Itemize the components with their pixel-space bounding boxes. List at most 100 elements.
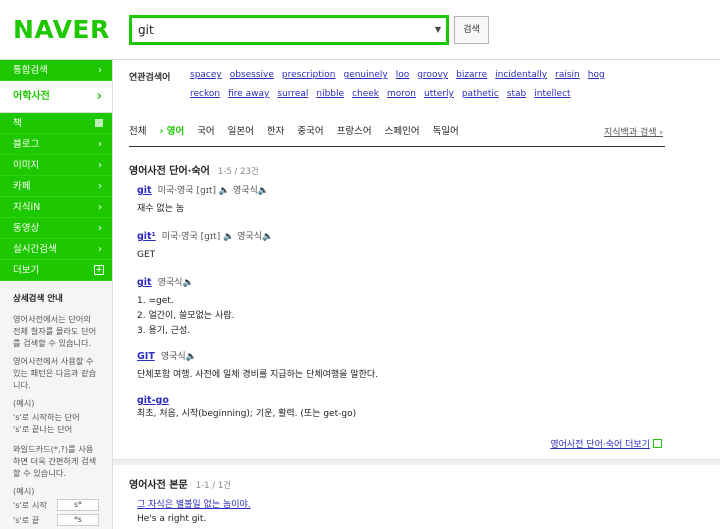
wildcard-example: 's'로 끝 *s [13, 514, 99, 526]
dict-entry: git¹ 미국·영국 [gɪt] 🔈 영국식🔈 GET [137, 229, 677, 263]
related-keyword[interactable]: nibble [316, 89, 344, 99]
chevron-right-icon: › [96, 89, 102, 104]
info-example: 's'로 시작하는 단어 [13, 412, 80, 422]
entry-pronunciation: 영국식🔈 [157, 278, 194, 288]
entry-word[interactable]: git [137, 277, 152, 288]
related-label: 연관검색어 [129, 73, 171, 83]
related-keyword[interactable]: intellect [534, 89, 570, 99]
sidebar-item-kin[interactable]: 지식iN › [0, 197, 112, 218]
related-keyword[interactable]: hog [588, 70, 605, 80]
entry-word[interactable]: GIT [137, 351, 155, 362]
sidebar-item-label: 통합검색 [13, 65, 48, 76]
entry-definition: 재수 없는 놈 [137, 204, 185, 214]
chevron-right-icon: › [98, 139, 102, 150]
square-icon [95, 119, 103, 127]
sidebar-item-integrated[interactable]: 통합검색 › [0, 60, 112, 81]
related-keyword[interactable]: cheek [352, 89, 379, 99]
sidebar-item-label: 이미지 [13, 160, 40, 171]
dict-entry: git 미국·영국 [gɪt] 🔈 영국식🔈 재수 없는 놈 [137, 183, 677, 217]
sidebar-item-label: 지식iN [13, 202, 41, 213]
chevron-right-icon: › [98, 181, 102, 192]
advanced-search-info: 상세검색 안내 영어사전에서는 단어의 전체 철자를 몰라도 단어를 검색할 수… [0, 281, 112, 526]
chevron-right-icon: › [98, 223, 102, 234]
example-translation: He's a right git. [137, 514, 207, 524]
info-example: 's'로 끝나는 단어 [13, 424, 73, 434]
result-count: 1-1 / 1건 [195, 481, 232, 491]
search-box[interactable]: ▼ [129, 15, 449, 45]
info-example-label: (예시) [13, 398, 35, 408]
related-keyword[interactable]: spacey [190, 70, 222, 80]
related-keyword[interactable]: surreal [277, 89, 308, 99]
info-example-label: (예시) [13, 486, 35, 496]
entry-word[interactable]: git¹ [137, 231, 156, 242]
encyclopedia-search-link[interactable]: 지식백과 검색 › [604, 125, 663, 138]
related-keyword[interactable]: fire away [228, 89, 269, 99]
sidebar-item-book[interactable]: 책 [0, 113, 112, 134]
sidebar-item-dictionary[interactable]: 어학사전 › [0, 81, 112, 113]
related-row: reckon fire away surreal nibble cheek moron ut… [190, 89, 579, 99]
example-sentence[interactable]: 그 자식은 별볼일 없는 놈이야. [137, 497, 251, 510]
dict-entry: GIT 영국식🔈 단체포함 여행. 사전에 일체 경비를 지급하는 단체여행을 말… [137, 349, 677, 383]
sidebar-item-label: 블로그 [13, 139, 40, 150]
sidebar-item-label: 동영상 [13, 223, 40, 234]
info-text: 영어사전에서는 단어의 전체 철자를 몰라도 단어를 검색할 수 있습니다. [13, 314, 97, 348]
entry-pronunciation: 영국식🔈 [160, 352, 197, 362]
dropdown-arrow-icon[interactable]: ▼ [435, 25, 441, 34]
entry-definition: 1. =get. 2. 얼간이, 쓸모없는 사람. 3. 용기, 근성. [137, 296, 235, 336]
entry-word[interactable]: git [137, 185, 152, 196]
sidebar-item-label: 더보기 [13, 265, 40, 276]
chevron-right-icon: › [98, 244, 102, 255]
related-row: spacey obsessive prescription genuinely loo g… [190, 70, 613, 80]
related-keyword[interactable]: reckon [190, 89, 220, 99]
search-button[interactable]: 검색 [454, 16, 489, 44]
related-keyword[interactable]: prescription [282, 70, 336, 80]
tab-5[interactable]: 중국어 [297, 123, 323, 146]
search-input[interactable] [138, 19, 418, 41]
related-keyword[interactable]: moron [387, 89, 416, 99]
header: NAVER ▼ 검색 [0, 0, 720, 60]
dictionary-tabs: 전체 › 영어 국어 일본어 한자 중국어 프랑스어 스페인어 독일어 지식백과 검색 › [129, 123, 665, 147]
related-keyword[interactable]: raisin [555, 70, 580, 80]
entry-definition: 최초, 처음, 시작(beginning); 기운, 활력. (또는 get-g… [137, 409, 357, 419]
tab-7[interactable]: 스페인어 [385, 123, 420, 146]
related-keyword[interactable]: loo [396, 70, 410, 80]
related-keyword[interactable]: genuinely [343, 70, 387, 80]
result-count: 1-5 / 23건 [217, 167, 259, 177]
entry-pronunciation: 미국·영국 [gɪt] 🔈 영국식🔈 [161, 232, 274, 242]
sidebar-item-video[interactable]: 동영상 › [0, 218, 112, 239]
sidebar-item-cafe[interactable]: 카페 › [0, 176, 112, 197]
entry-pronunciation: 미국·영국 [gɪt] 🔈 영국식🔈 [157, 186, 270, 196]
tab-6[interactable]: 프랑스어 [337, 123, 372, 146]
plus-icon: + [94, 265, 104, 275]
tab-1[interactable]: › 영어 [159, 123, 184, 146]
chevron-right-icon: › [98, 160, 102, 171]
info-text: 영어사전에서 사용할 수 있는 패턴은 다음과 같습니다. [13, 356, 97, 390]
entry-word[interactable]: git-go [137, 395, 169, 406]
section-title: 영어사전 본문 1-1 / 1건 [129, 480, 232, 491]
sidebar-item-blog[interactable]: 블로그 › [0, 134, 112, 155]
sidebar-item-more[interactable]: 더보기 + [0, 260, 112, 281]
section-divider [113, 459, 720, 465]
related-keyword[interactable]: bizarre [456, 70, 487, 80]
naver-logo[interactable]: NAVER [13, 15, 110, 44]
related-keyword[interactable]: utterly [424, 89, 454, 99]
wildcard-tag: s* [57, 499, 99, 511]
sidebar-item-label: 어학사전 [13, 91, 50, 102]
entry-definition: 단체포함 여행. 사전에 일체 경비를 지급하는 단체여행을 말한다. [137, 370, 379, 380]
tab-4[interactable]: 한자 [267, 123, 284, 146]
related-keyword[interactable]: groovy [417, 70, 448, 80]
info-text: 와일드카드(*,?)를 사용하면 더욱 간편하게 검색할 수 있습니다. [13, 444, 97, 478]
related-keyword[interactable]: obsessive [230, 70, 274, 80]
related-keyword[interactable]: incidentally [495, 70, 547, 80]
tab-2[interactable]: 국어 [197, 123, 214, 146]
related-keyword[interactable]: pathetic [462, 89, 499, 99]
tab-3[interactable]: 일본어 [228, 123, 254, 146]
tab-8[interactable]: 독일어 [433, 123, 459, 146]
sidebar-item-image[interactable]: 이미지 › [0, 155, 112, 176]
more-words-link[interactable]: 영어사전 단어·숙어 더보기 [550, 437, 662, 450]
sidebar-item-realtime[interactable]: 실시간검색 › [0, 239, 112, 260]
sidebar-item-label: 카페 [13, 181, 31, 192]
related-keyword[interactable]: stab [507, 89, 526, 99]
tab-0[interactable]: 전체 [129, 123, 146, 146]
chevron-right-icon: › [98, 202, 102, 213]
